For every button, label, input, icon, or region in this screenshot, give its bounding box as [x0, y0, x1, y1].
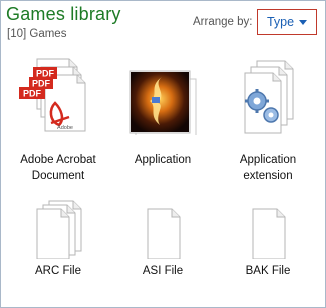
file-item-label: ASI File	[142, 265, 184, 277]
arrange-by-dropdown[interactable]: Type	[257, 9, 317, 35]
file-item-label: BAK File	[245, 265, 291, 277]
file-item-application-extension[interactable]: Application extension	[213, 53, 323, 183]
file-item-label-line2: Document	[31, 170, 85, 182]
chevron-down-icon	[299, 19, 308, 25]
file-item-asi-file[interactable]: ASI File	[108, 199, 218, 279]
page-title: Games library	[6, 4, 121, 24]
arrange-by-label: Arrange by:	[193, 16, 253, 28]
file-item-label-line2: extension	[243, 170, 293, 182]
blank-document-icon	[147, 208, 181, 259]
pdf-document-stack-icon: PDF PDF PDF Adobe	[19, 58, 86, 132]
file-item-adobe-acrobat-document[interactable]: PDF PDF PDF Adobe Adobe Acrobat Document	[3, 53, 113, 183]
svg-text:Adobe: Adobe	[57, 125, 73, 131]
application-icon	[129, 70, 197, 135]
file-item-label: Adobe Acrobat	[20, 154, 96, 166]
arrange-by-value: Type	[266, 15, 295, 29]
item-count: [10] Games	[7, 28, 67, 40]
gears-document-stack-icon	[244, 60, 294, 134]
file-item-label: ARC File	[34, 265, 81, 277]
file-item-label: Application	[239, 154, 297, 166]
file-item-label: Application	[134, 154, 192, 166]
svg-text:PDF: PDF	[23, 89, 42, 99]
file-item-arc-file[interactable]: ARC File	[3, 199, 113, 279]
blank-document-icon	[252, 208, 286, 259]
file-item-application[interactable]: Application	[108, 53, 218, 168]
games-library-window: Games library [10] Games Arrange by: Typ…	[0, 0, 326, 308]
blank-document-stack-icon	[36, 200, 82, 259]
file-item-bak-file[interactable]: BAK File	[213, 199, 323, 279]
